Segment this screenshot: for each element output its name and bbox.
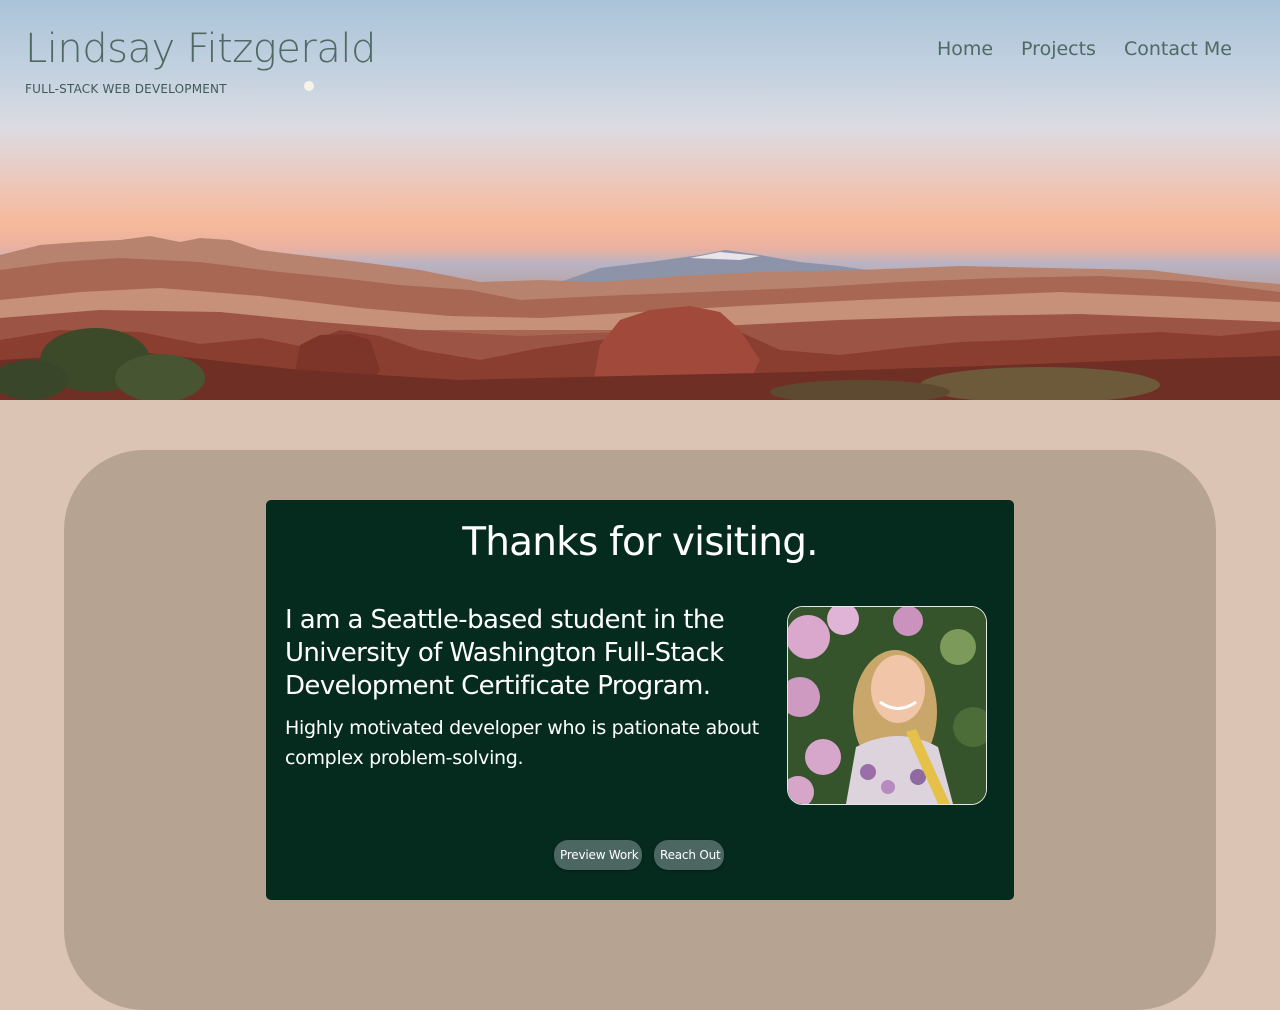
site-title: Lindsay Fitzgerald: [25, 26, 376, 72]
site-tagline: FULL-STACK WEB DEVELOPMENT: [25, 82, 227, 96]
main-nav: Home Projects Contact Me: [937, 38, 1232, 60]
reach-out-button[interactable]: Reach Out: [654, 840, 724, 870]
nav-contact-link[interactable]: Contact Me: [1124, 38, 1232, 60]
about-intro: I am a Seattle-based student in the Univ…: [285, 605, 725, 701]
nav-projects-link[interactable]: Projects: [1021, 38, 1096, 60]
hero-banner: Lindsay Fitzgerald FULL-STACK WEB DEVELO…: [0, 0, 1280, 400]
preview-work-button[interactable]: Preview Work: [554, 840, 642, 870]
about-heading: Thanks for visiting.: [462, 520, 818, 565]
nav-home-link[interactable]: Home: [937, 38, 993, 60]
about-card: Thanks for visiting. I am a Seattle-base…: [266, 500, 1014, 900]
portrait-photo: [787, 606, 987, 805]
about-summary: Highly motivated developer who is pation…: [285, 717, 759, 769]
